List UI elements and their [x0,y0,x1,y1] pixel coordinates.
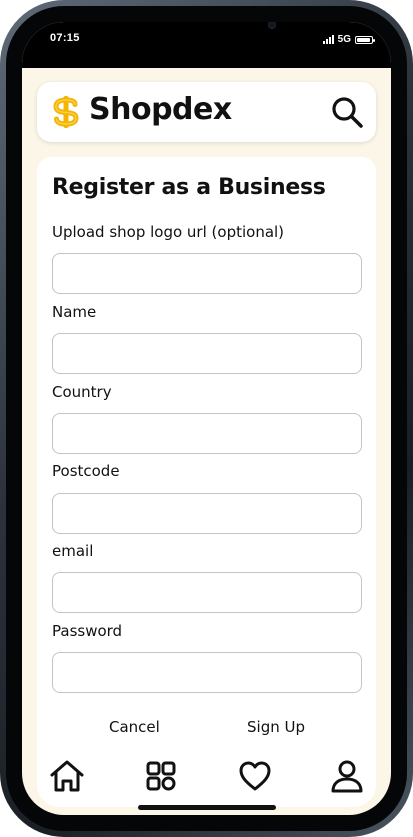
notch [138,22,276,50]
form-title: Register as a Business [52,175,326,200]
home-indicator[interactable] [138,805,276,810]
grid-icon[interactable] [142,757,180,795]
register-form: Register as a Business Upload shop logo … [37,157,376,797]
country-input[interactable] [52,413,362,454]
sign-up-button[interactable]: Sign Up [247,718,305,736]
status-time: 07:15 [50,32,80,44]
logo-url-label: Upload shop logo url (optional) [52,223,285,241]
postcode-input[interactable] [52,493,362,534]
dollar-sign-icon [53,96,79,128]
camera-icon [268,22,276,29]
cancel-button[interactable]: Cancel [109,718,160,736]
password-input[interactable] [52,652,362,693]
logo-url-input[interactable] [52,253,362,294]
name-label: Name [52,303,97,321]
heart-icon[interactable] [236,757,274,795]
status-indicators: 5G [322,34,375,45]
name-input[interactable] [52,333,362,374]
phone-frame: 07:15 5G Shopdex Register as a Business … [0,0,413,837]
screen: 07:15 5G Shopdex Register as a Business … [22,22,391,815]
status-bar: 07:15 5G [22,22,391,68]
signal-icon [322,35,334,44]
password-label: Password [52,622,123,640]
email-label: email [52,542,94,560]
email-input[interactable] [52,572,362,613]
brand-title: Shopdex [89,92,232,127]
search-icon[interactable] [330,95,364,129]
app-header: Shopdex [37,82,376,142]
battery-icon [355,35,375,44]
home-icon[interactable] [48,757,86,795]
network-type: 5G [337,34,351,45]
country-label: Country [52,383,112,401]
user-icon[interactable] [328,757,366,795]
postcode-label: Postcode [52,462,120,480]
bottom-nav [37,745,376,807]
